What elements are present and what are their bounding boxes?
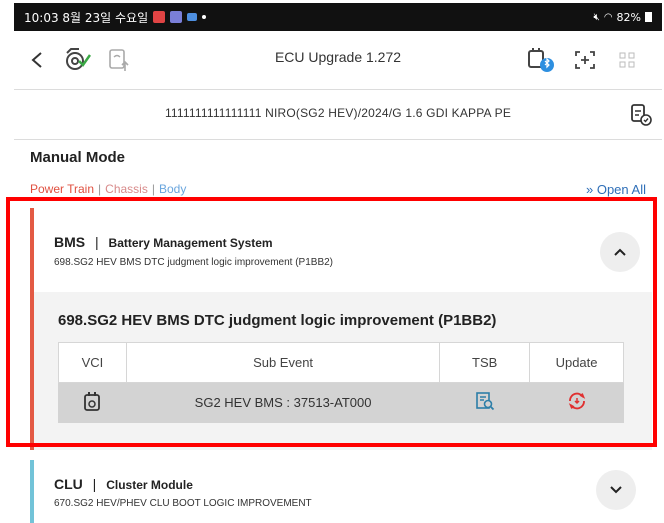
update-cell bbox=[529, 382, 624, 423]
update-refresh-icon bbox=[568, 392, 585, 410]
chevron-down-icon bbox=[610, 486, 622, 494]
module-card-clu[interactable]: CLU | Cluster Module 670.SG2 HEV/PHEV CL… bbox=[30, 460, 652, 523]
open-all-button[interactable]: » Open All bbox=[586, 182, 646, 197]
page-title: ECU Upgrade 1.272 bbox=[274, 49, 402, 65]
module-full-name: Cluster Module bbox=[106, 478, 193, 492]
module-code: BMS bbox=[54, 234, 86, 250]
open-all-label: Open All bbox=[596, 182, 646, 197]
vehicle-info-bar: 1111111111111111 NIRO(SG2 HEV)/2024/G 1.… bbox=[14, 91, 662, 139]
expand-plus-icon bbox=[575, 51, 595, 69]
filter-power-train[interactable]: Power Train bbox=[30, 182, 94, 196]
vci-bluetooth-icon bbox=[528, 48, 554, 72]
manual-mode-title: Manual Mode bbox=[30, 149, 126, 166]
status-bar: 10:03 8월 23일 수요일 🔇︎ ◠ 82% bbox=[14, 3, 662, 31]
module-header-bms[interactable]: BMS | Battery Management System 698.SG2 … bbox=[34, 208, 652, 292]
chevron-up-icon bbox=[614, 248, 626, 256]
app-screen: 10:03 8월 23일 수요일 🔇︎ ◠ 82% ECU Upgrade 1.… bbox=[14, 3, 662, 523]
grid-icon bbox=[619, 52, 635, 68]
toolbar-divider bbox=[14, 89, 662, 90]
battery-icon bbox=[645, 12, 652, 22]
table-header-row: VCI Sub Event TSB Update bbox=[58, 342, 624, 383]
column-header-update: Update bbox=[529, 342, 624, 383]
document-search-icon bbox=[475, 392, 494, 411]
sub-event-cell: SG2 HEV BMS : 37513-AT000 bbox=[125, 382, 441, 423]
module-title-separator: | bbox=[95, 234, 99, 250]
tsb-cell bbox=[439, 382, 531, 423]
more-notifications-icon bbox=[202, 15, 207, 19]
module-title: BMS | Battery Management System bbox=[54, 234, 273, 250]
event-title: 698.SG2 HEV BMS DTC judgment logic impro… bbox=[58, 312, 497, 329]
module-title: CLU | Cluster Module bbox=[54, 476, 193, 492]
module-accent-stripe bbox=[30, 460, 34, 523]
vehicle-ecu-button[interactable] bbox=[630, 102, 652, 130]
grid-menu-button[interactable] bbox=[612, 45, 642, 75]
wifi-icon: ◠ bbox=[603, 11, 613, 23]
status-time-date: 10:03 8월 23일 수요일 bbox=[24, 10, 149, 25]
vci-device-icon bbox=[84, 392, 101, 411]
column-header-vci: VCI bbox=[58, 342, 127, 383]
filter-separator: | bbox=[98, 182, 102, 196]
collapse-button[interactable] bbox=[600, 232, 640, 272]
fullscreen-button[interactable] bbox=[570, 45, 600, 75]
table-row: SG2 HEV BMS : 37513-AT000 bbox=[58, 382, 624, 423]
column-header-sub-event: Sub Event bbox=[125, 342, 441, 383]
module-code: CLU bbox=[54, 476, 83, 492]
ecu-check-icon bbox=[631, 104, 652, 126]
filter-separator: | bbox=[151, 182, 155, 196]
module-title-separator: | bbox=[92, 476, 97, 492]
filter-chassis[interactable]: Chassis bbox=[105, 182, 148, 196]
top-toolbar: ECU Upgrade 1.272 bbox=[14, 31, 662, 89]
vci-bluetooth-button[interactable] bbox=[526, 45, 556, 75]
update-button[interactable] bbox=[566, 392, 588, 414]
mail-notification-icon bbox=[187, 13, 198, 21]
double-chevron-down-icon: » bbox=[585, 182, 594, 197]
module-full-name: Battery Management System bbox=[108, 236, 273, 250]
filter-body[interactable]: Body bbox=[159, 182, 186, 196]
app-notification-icon bbox=[170, 11, 183, 23]
battery-level: 82% bbox=[616, 10, 641, 24]
vehicle-info-text: 1111111111111111 NIRO(SG2 HEV)/2024/G 1.… bbox=[164, 106, 512, 120]
module-card-bms: BMS | Battery Management System 698.SG2 … bbox=[30, 208, 652, 450]
mute-icon: 🔇︎ bbox=[593, 11, 600, 23]
expand-button[interactable] bbox=[596, 470, 636, 510]
calendar-notification-icon bbox=[153, 11, 166, 23]
module-summary: 698.SG2 HEV BMS DTC judgment logic impro… bbox=[54, 257, 333, 268]
system-filter-tabs: Power Train | Chassis | Body bbox=[30, 182, 186, 196]
vci-cell bbox=[58, 382, 127, 423]
tsb-button[interactable] bbox=[475, 392, 495, 414]
module-detail-bms: 698.SG2 HEV BMS DTC judgment logic impro… bbox=[34, 292, 652, 450]
vehicle-divider bbox=[14, 139, 662, 140]
module-summary: 670.SG2 HEV/PHEV CLU BOOT LOGIC IMPROVEM… bbox=[54, 498, 312, 509]
sub-event-table: VCI Sub Event TSB Update SG2 HEV BMS: 3… bbox=[58, 342, 624, 423]
column-header-tsb: TSB bbox=[439, 342, 531, 383]
